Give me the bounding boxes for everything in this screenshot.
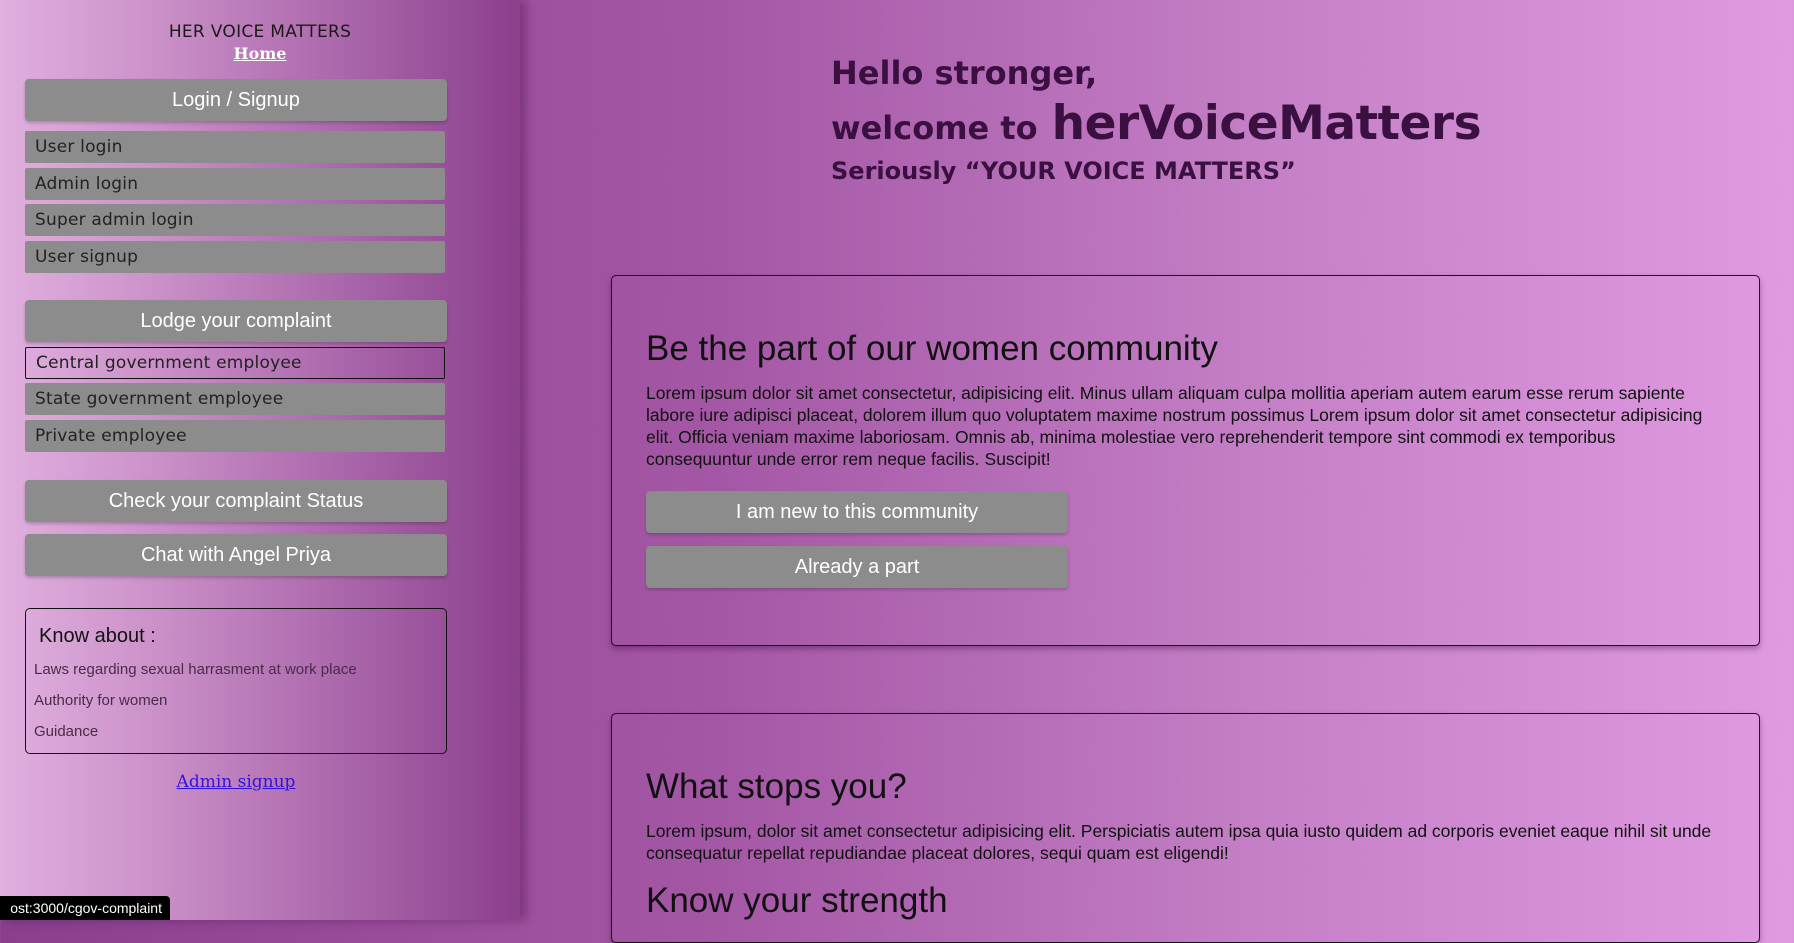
already-a-part-button[interactable]: Already a part [646,546,1068,588]
know-link-guidance[interactable]: Guidance [34,723,98,740]
what-stops-you-title: What stops you? [646,767,907,806]
status-bar-url: ost:3000/cgov-complaint [0,896,170,920]
community-card-text: Lorem ipsum dolor sit amet consectetur, … [646,383,1703,469]
brand-title: HER VOICE MATTERS [168,22,352,42]
community-card: Be the part of our women community Lorem… [611,275,1760,646]
hero-welcome: welcome to [831,109,1038,147]
user-login-item[interactable]: User login [25,131,445,163]
hero-welcome-line: welcome to herVoiceMatters [831,96,1482,151]
check-status-button[interactable]: Check your complaint Status [25,480,447,522]
admin-signup-link[interactable]: Admin signup [0,772,472,792]
user-signup-item[interactable]: User signup [25,241,445,273]
super-admin-login-item[interactable]: Super admin login [25,204,445,236]
know-about-box: Know about : Laws regarding sexual harra… [25,608,447,754]
central-gov-employee-item[interactable]: Central government employee [25,347,445,379]
what-stops-you-card: What stops you? Lorem ipsum, dolor sit a… [611,713,1760,943]
login-signup-button[interactable]: Login / Signup [25,79,447,121]
know-link-authority[interactable]: Authority for women [34,692,167,709]
chat-angel-priya-button[interactable]: Chat with Angel Priya [25,534,447,576]
private-employee-item[interactable]: Private employee [25,420,445,452]
lodge-complaint-button[interactable]: Lodge your complaint [25,300,447,342]
community-card-title: Be the part of our women community [646,329,1218,368]
know-your-strength-title: Know your strength [646,881,948,920]
know-link-laws[interactable]: Laws regarding sexual harrasment at work… [34,661,357,678]
sidebar: HER VOICE MATTERS Home Login / Signup Us… [0,0,520,920]
know-about-title: Know about : [39,625,156,647]
admin-login-item[interactable]: Admin login [25,168,445,200]
hero-greeting: Hello stronger, [831,54,1098,92]
new-to-community-button[interactable]: I am new to this community [646,491,1068,533]
hero-brand: herVoiceMatters [1051,96,1482,151]
hero: Hello stronger, welcome to herVoiceMatte… [831,54,1482,185]
home-link[interactable]: Home [0,44,520,63]
state-gov-employee-item[interactable]: State government employee [25,383,445,415]
hero-tagline: Seriously “YOUR VOICE MATTERS” [831,157,1296,185]
what-stops-you-text: Lorem ipsum, dolor sit amet consectetur … [646,821,1712,863]
